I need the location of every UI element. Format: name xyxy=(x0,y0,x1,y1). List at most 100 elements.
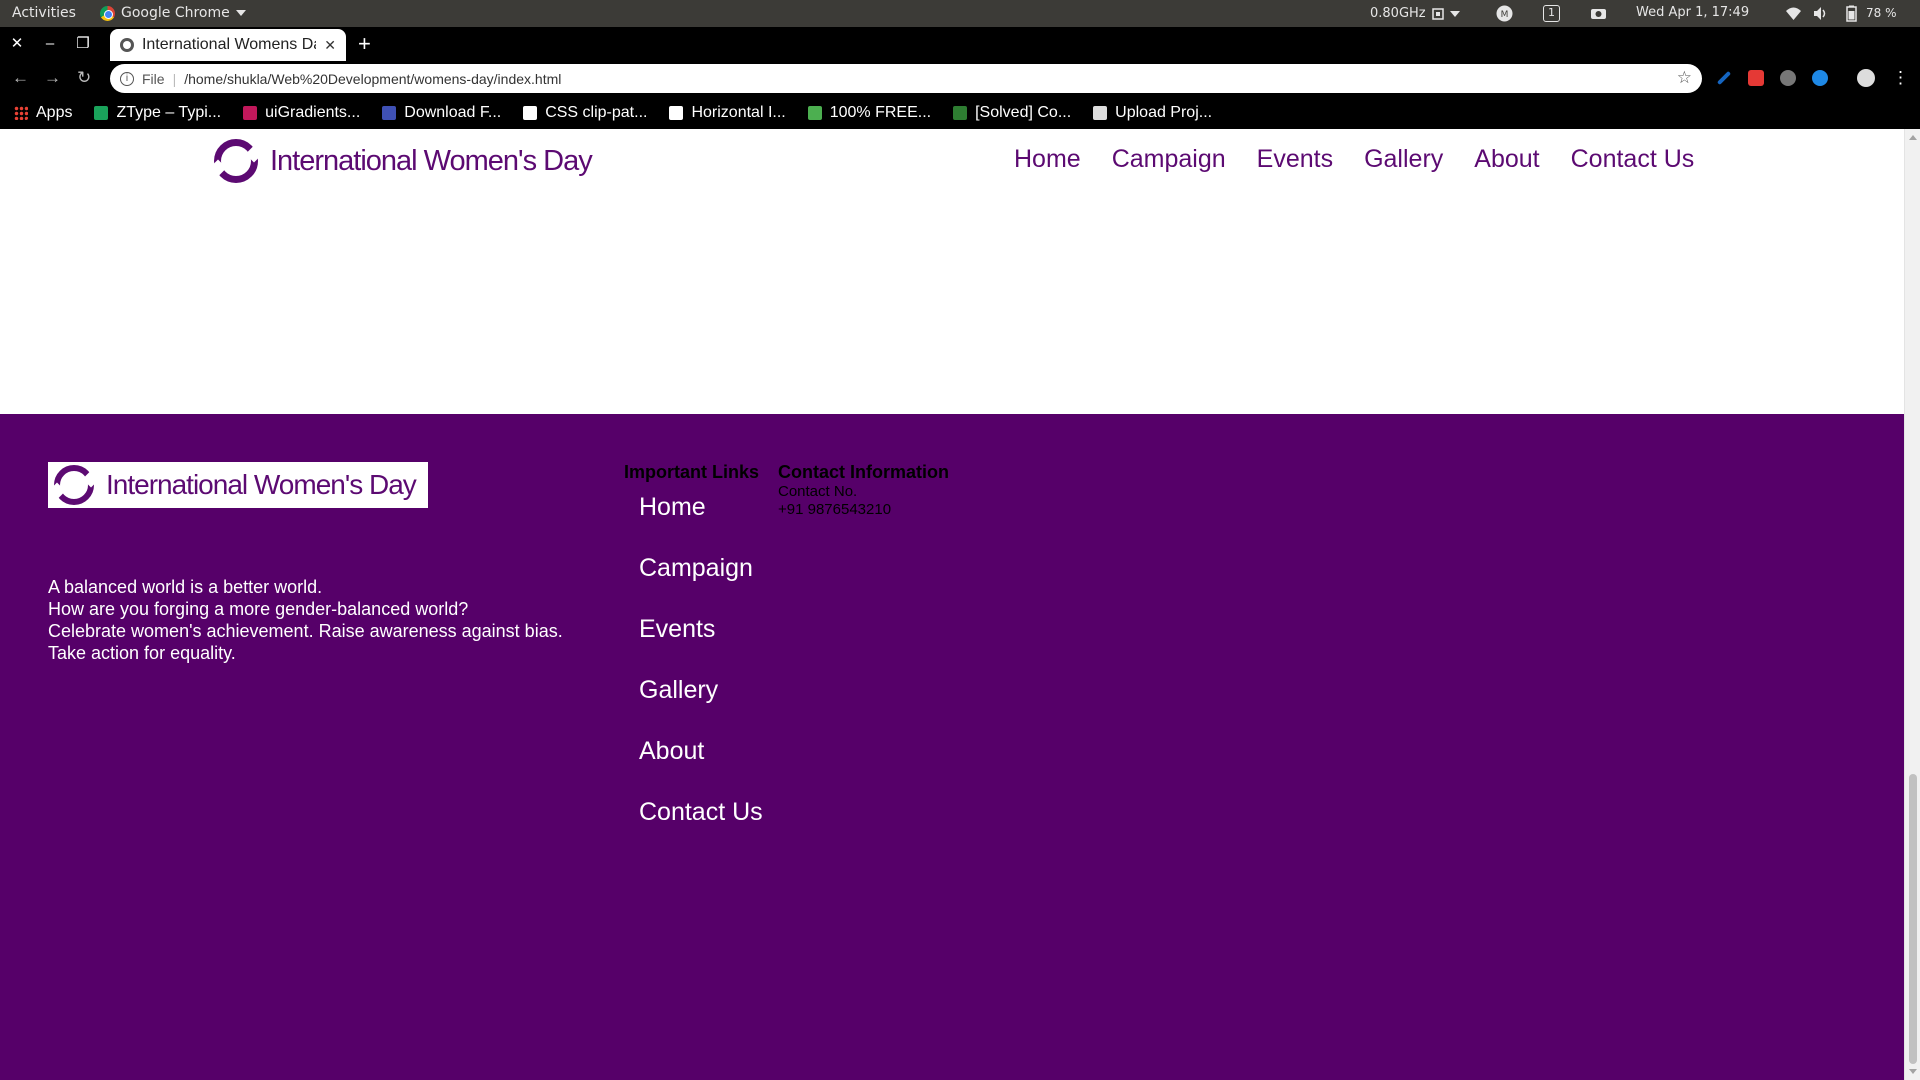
tab-international-womens-day[interactable]: International Womens Day ✕ xyxy=(110,29,346,61)
menu-kebab-icon[interactable]: ⋮ xyxy=(1892,68,1909,88)
minimize-window-button[interactable]: – xyxy=(40,34,60,54)
workspace-indicator[interactable]: 1 xyxy=(1543,5,1560,22)
bookmark-label: [Solved] Co... xyxy=(975,103,1072,121)
important-links-heading: Important Links xyxy=(624,462,760,482)
page-viewport: International Women's Day Home Campaign … xyxy=(0,129,1904,1080)
cpu-frequency: 0.80GHz xyxy=(1370,6,1426,21)
close-window-button[interactable]: ✕ xyxy=(7,34,27,54)
info-icon[interactable]: i xyxy=(120,71,134,86)
footer-link-events[interactable]: Events xyxy=(639,615,715,643)
pen-icon xyxy=(807,105,822,120)
chevron-down-icon xyxy=(1449,10,1460,17)
bookmark-label: Download F... xyxy=(404,103,502,121)
camera-icon[interactable] xyxy=(1590,5,1607,22)
app-name: Google Chrome xyxy=(121,5,230,21)
codepen-icon xyxy=(669,105,684,120)
bookmark-label: Upload Proj... xyxy=(1115,103,1213,121)
svg-text:M: M xyxy=(1501,10,1509,20)
back-icon[interactable]: ← xyxy=(12,68,29,88)
scroll-up-arrow-icon[interactable] xyxy=(1909,135,1917,140)
apps-grid-icon xyxy=(14,105,28,120)
footer-link-about[interactable]: About xyxy=(639,737,704,765)
nav-gallery[interactable]: Gallery xyxy=(1364,145,1443,174)
site-footer: International Women's Day A balanced wor… xyxy=(0,414,1904,1080)
bookmark-item[interactable]: 100% FREE... xyxy=(807,103,932,122)
bookmark-star-icon[interactable]: ☆ xyxy=(1677,68,1692,88)
footer-links-list: Home Campaign Events Gallery About Conta… xyxy=(624,493,763,827)
footer-link-gallery[interactable]: Gallery xyxy=(639,676,718,704)
cpu-indicator[interactable]: 0.80GHz xyxy=(1370,6,1460,21)
bookmark-item[interactable]: Download F... xyxy=(382,104,501,122)
footer-link-home[interactable]: Home xyxy=(639,493,706,521)
bookmarks-bar: Apps ZType – Typi... uiGradients... Downloa… xyxy=(0,96,1920,129)
important-links-section: Important Links Home Campaign Events Gal… xyxy=(624,462,763,859)
solved-icon xyxy=(953,105,968,120)
chrome-icon xyxy=(100,5,115,21)
bookmark-item[interactable]: Apps xyxy=(14,104,72,122)
footer-tagline: A balanced world is a better world. How … xyxy=(48,576,563,664)
volume-icon[interactable] xyxy=(1812,5,1829,22)
app-menu[interactable]: Google Chrome xyxy=(100,5,246,21)
bookmark-item[interactable]: Upload Proj... xyxy=(1093,104,1212,122)
vpn-extension-icon[interactable] xyxy=(1812,70,1828,86)
bookmark-label: Horizontal I... xyxy=(691,103,786,121)
download-icon xyxy=(382,105,397,120)
chevron-down-icon xyxy=(235,10,246,16)
footer-link-contact-us[interactable]: Contact Us xyxy=(639,798,763,826)
nav-contact-us[interactable]: Contact Us xyxy=(1571,145,1695,174)
tagline-line: How are you forging a more gender-balanc… xyxy=(48,599,469,619)
upload-icon xyxy=(1093,105,1108,120)
site-logo[interactable]: International Women's Day xyxy=(214,139,593,183)
main-nav: Home Campaign Events Gallery About Conta… xyxy=(1014,145,1694,174)
nav-about[interactable]: About xyxy=(1474,145,1539,174)
contact-information-heading: Contact Information xyxy=(778,462,949,482)
tagline-line: Take action for equality. xyxy=(48,643,236,663)
youtube-extension-icon[interactable] xyxy=(1748,70,1764,86)
scrollbar-thumb[interactable] xyxy=(1909,774,1917,1064)
bookmark-item[interactable]: uiGradients... xyxy=(243,104,360,122)
bookmark-item[interactable]: [Solved] Co... xyxy=(953,104,1071,122)
reload-icon[interactable]: ↻ xyxy=(77,68,91,88)
scroll-down-arrow-icon[interactable] xyxy=(1909,1069,1917,1074)
os-top-bar: Activities Google Chrome 0.80GHz M 1 Wed… xyxy=(0,0,1920,27)
url-separator: | xyxy=(172,70,177,87)
bookmark-label: 100% FREE... xyxy=(829,103,932,121)
new-tab-button[interactable]: + xyxy=(358,31,371,57)
nav-home[interactable]: Home xyxy=(1014,145,1081,174)
extension-icon[interactable] xyxy=(1780,70,1796,86)
tab-strip: ✕ – ❐ International Womens Day ✕ + xyxy=(0,27,1920,61)
forward-icon[interactable]: → xyxy=(44,68,61,88)
bookmark-label: Apps xyxy=(36,103,73,121)
url-text[interactable]: /home/shukla/Web%20Development/womens-da… xyxy=(184,71,561,87)
nav-events[interactable]: Events xyxy=(1257,145,1333,174)
tagline-line: A balanced world is a better world. xyxy=(48,577,323,597)
cpu-icon xyxy=(1431,7,1444,20)
color-picker-extension-icon[interactable] xyxy=(1716,70,1732,86)
address-bar[interactable]: i File | /home/shukla/Web%20Development/… xyxy=(110,64,1702,93)
nav-campaign[interactable]: Campaign xyxy=(1112,145,1226,174)
ztype-icon xyxy=(94,105,109,120)
close-tab-icon[interactable]: ✕ xyxy=(324,37,336,54)
bookmark-label: ZType – Typi... xyxy=(116,103,222,121)
tagline-line: Celebrate women's achievement. Raise awa… xyxy=(48,621,563,641)
restore-window-button[interactable]: ❐ xyxy=(73,34,93,54)
battery-icon[interactable] xyxy=(1843,5,1860,22)
bookmark-item[interactable]: Horizontal I... xyxy=(669,103,786,122)
toolbar: ← → ↻ i File | /home/shukla/Web%20Develo… xyxy=(0,61,1920,96)
battery-percent: 78 % xyxy=(1866,6,1897,20)
clock[interactable]: Wed Apr 1, 17:49 xyxy=(1636,5,1749,20)
logo-text: International Women's Day xyxy=(106,469,417,500)
wifi-icon[interactable] xyxy=(1785,5,1802,22)
logo-ring-icon xyxy=(214,139,258,183)
activities-button[interactable]: Activities xyxy=(12,5,76,21)
profile-avatar[interactable] xyxy=(1857,69,1875,87)
mail-notifier-icon[interactable]: M xyxy=(1496,5,1513,22)
codepen-icon xyxy=(523,105,538,120)
bookmark-item[interactable]: ZType – Typi... xyxy=(94,104,221,122)
bookmark-item[interactable]: CSS clip-pat... xyxy=(523,104,647,122)
logo-text: International Women's Day xyxy=(270,144,593,177)
page-scrollbar[interactable] xyxy=(1904,129,1920,1080)
footer-logo[interactable]: International Women's Day xyxy=(48,462,428,508)
footer-link-campaign[interactable]: Campaign xyxy=(639,554,753,582)
globe-icon xyxy=(120,38,134,52)
